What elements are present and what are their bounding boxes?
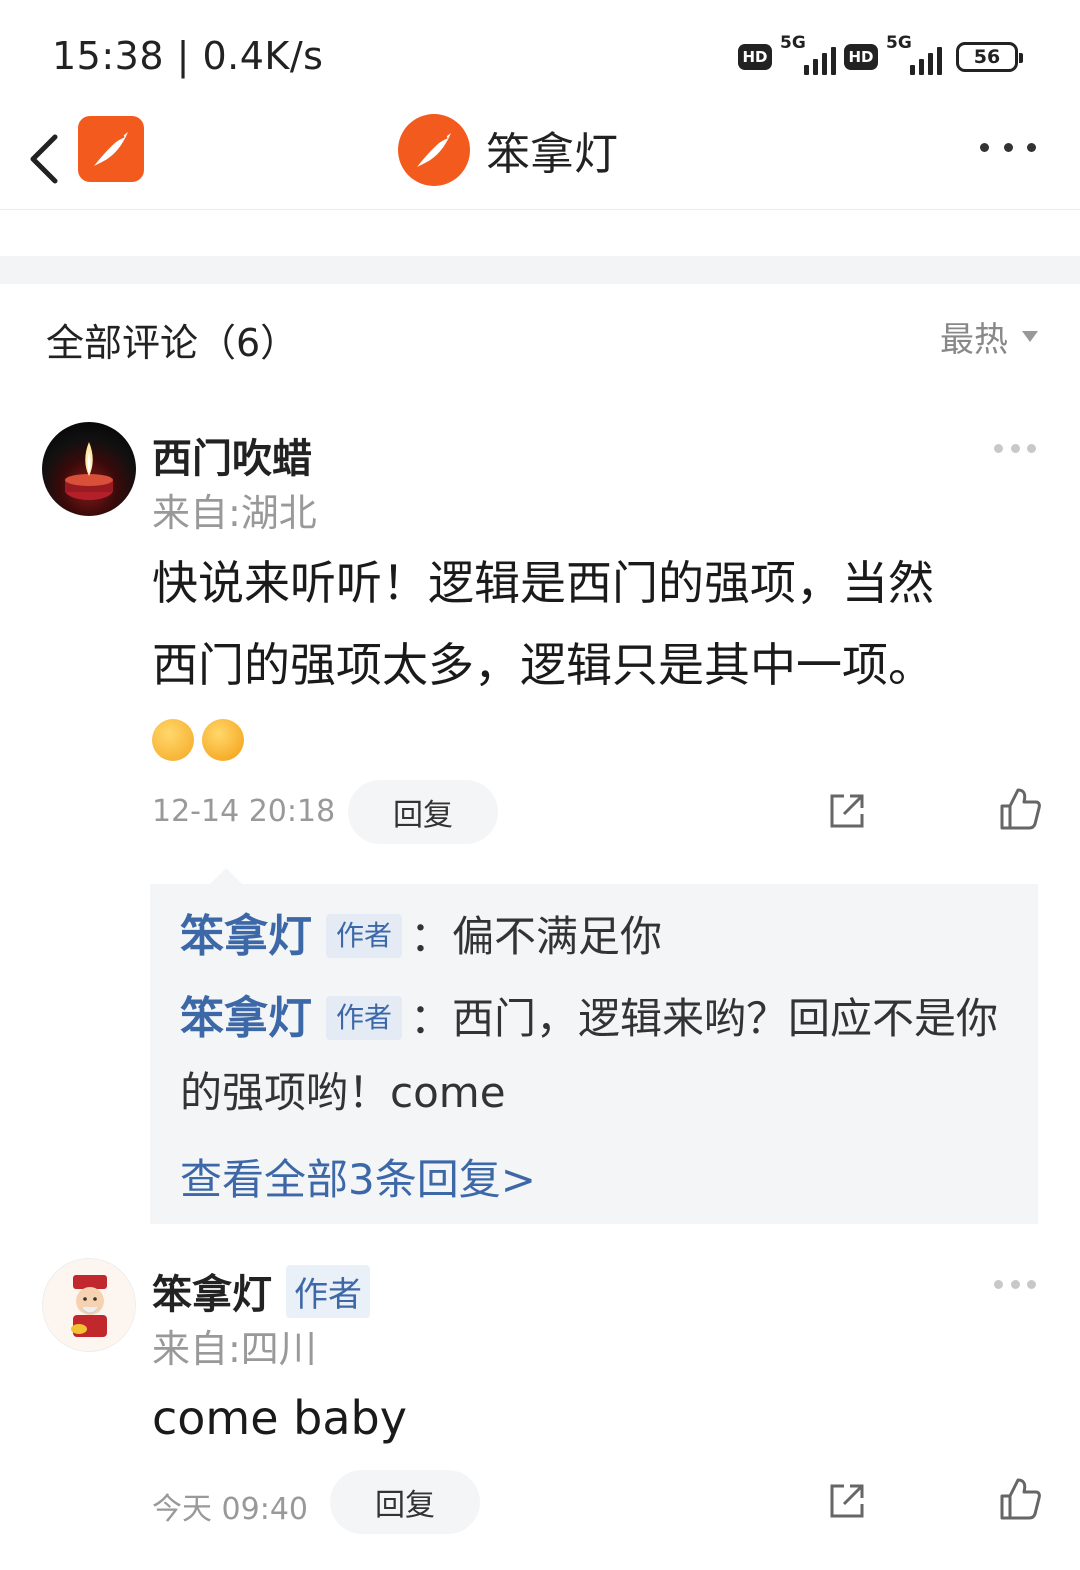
view-all-replies-link[interactable]: 查看全部3条回复> — [180, 1146, 536, 1207]
account-avatar — [398, 114, 470, 186]
candle-icon — [65, 442, 113, 500]
emoji-row — [152, 706, 1032, 766]
comment-username[interactable]: 笨拿灯 作者 — [152, 1262, 370, 1320]
thumbs-up-icon[interactable] — [998, 1476, 1042, 1522]
status-time: 15:38 | 0.4K/s — [52, 34, 324, 78]
signal-icon: 5G — [886, 33, 942, 77]
dot-icon — [980, 142, 989, 152]
dot-icon — [1003, 142, 1013, 152]
feather-logo-icon — [417, 133, 451, 167]
comment-time: 今天 09:40 — [152, 1492, 308, 1527]
account-title[interactable]: 笨拿灯 — [398, 112, 618, 188]
thumbs-up-icon[interactable] — [998, 786, 1042, 832]
reply-item[interactable]: 笨拿灯 作者 ：偏不满足你 — [180, 900, 1010, 974]
nav-bar: 笨拿灯 — [0, 110, 1080, 210]
status-bar: 15:38 | 0.4K/s HD 5G HD 5G 56 — [0, 0, 1080, 110]
comment-more-button[interactable] — [994, 444, 1036, 456]
comment-meta: 今天 09:40 回复 — [152, 1470, 1042, 1536]
reply-author[interactable]: 笨拿灯 — [180, 911, 312, 962]
app-logo[interactable] — [78, 116, 144, 182]
reply-text: ：西门，逻辑来哟？回应不是你 — [410, 994, 999, 1043]
comment-location: 来自:四川 — [152, 1327, 317, 1371]
comment-more-button[interactable] — [994, 1280, 1036, 1292]
comment-content: 快说来听听！逻辑是西门的强项，当然 西门的强项太多，逻辑只是其中一项。 — [152, 542, 1032, 766]
signal-icon: 5G — [780, 33, 836, 77]
author-badge: 作者 — [286, 1264, 370, 1318]
reply-author[interactable]: 笨拿灯 — [180, 993, 312, 1044]
back-button[interactable] — [22, 124, 66, 194]
avatar[interactable] — [42, 422, 136, 516]
sort-dropdown[interactable]: 最热 — [940, 312, 1038, 361]
comment-time: 12-14 20:18 — [152, 794, 336, 829]
battery-icon: 56 — [956, 42, 1023, 72]
reply-text: ：偏不满足你 — [410, 912, 663, 961]
reply-button[interactable]: 回复 — [348, 780, 498, 844]
more-options-button[interactable] — [980, 132, 1036, 162]
sort-label: 最热 — [940, 320, 1008, 360]
author-badge: 作者 — [326, 996, 403, 1040]
comments-title: 全部评论（6） — [46, 321, 299, 365]
comment-content: come baby — [152, 1391, 407, 1445]
share-icon[interactable] — [826, 790, 868, 832]
fortune-god-icon — [71, 1275, 107, 1337]
reply-item[interactable]: 笨拿灯 作者 ：西门，逻辑来哟？回应不是你的强项哟！come — [180, 982, 1010, 1130]
share-icon[interactable] — [826, 1480, 868, 1522]
comment-username[interactable]: 西门吹蜡 — [152, 426, 312, 484]
hd-icon: HD — [844, 44, 878, 70]
triangle-down-icon — [1022, 331, 1038, 342]
chevron-left-icon — [30, 134, 58, 184]
covering-mouth-emoji-icon — [152, 718, 194, 761]
section-divider — [0, 256, 1080, 284]
comment-location: 来自:湖北 — [152, 491, 317, 535]
account-name: 笨拿灯 — [486, 129, 618, 180]
dot-icon — [1027, 142, 1036, 152]
status-icons: HD 5G HD 5G 56 — [738, 33, 1023, 78]
author-badge: 作者 — [326, 914, 403, 958]
avatar[interactable] — [42, 1258, 136, 1352]
hd-icon: HD — [738, 44, 772, 70]
laughing-emoji-icon — [202, 718, 244, 761]
reply-button[interactable]: 回复 — [330, 1470, 480, 1534]
reply-text-cont: 的强项哟！come — [180, 1068, 506, 1117]
feather-logo-icon — [94, 132, 128, 166]
replies-box: 笨拿灯 作者 ：偏不满足你 笨拿灯 作者 ：西门，逻辑来哟？回应不是你的强项哟！come… — [150, 868, 1038, 1224]
comment-meta: 12-14 20:18 回复 — [152, 780, 1042, 846]
